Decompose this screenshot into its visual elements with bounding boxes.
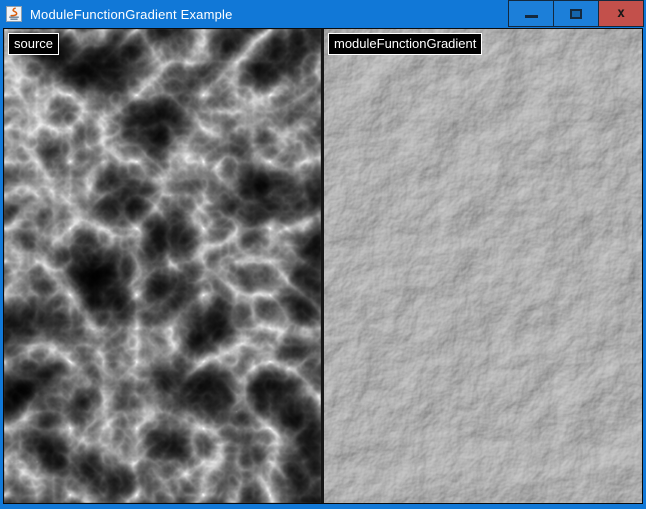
source-texture	[4, 29, 321, 503]
source-texture-surface	[4, 29, 321, 503]
java-app-icon	[6, 6, 22, 22]
close-icon: x	[617, 7, 625, 20]
gradient-texture-surface	[324, 29, 642, 503]
window-title: ModuleFunctionGradient Example	[30, 7, 233, 22]
source-label: source	[8, 33, 59, 55]
app-window: ModuleFunctionGradient Example x	[0, 0, 646, 509]
titlebar[interactable]: ModuleFunctionGradient Example x	[0, 0, 646, 28]
maximize-icon	[570, 9, 582, 19]
close-button[interactable]: x	[598, 0, 644, 27]
window-controls: x	[508, 0, 644, 28]
minimize-button[interactable]	[508, 0, 554, 27]
gradient-label: moduleFunctionGradient	[328, 33, 482, 55]
source-image-panel: source	[4, 29, 321, 503]
minimize-icon	[525, 15, 538, 18]
gradient-texture	[324, 29, 642, 503]
maximize-button[interactable]	[553, 0, 599, 27]
content-area: source	[3, 28, 643, 504]
gradient-image-panel: moduleFunctionGradient	[324, 29, 642, 503]
